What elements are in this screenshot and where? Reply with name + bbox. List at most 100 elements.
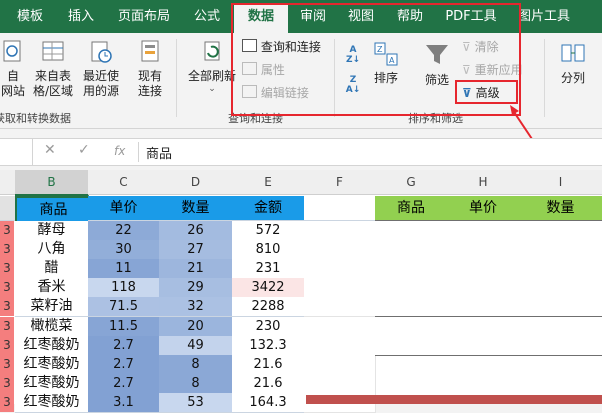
row-header[interactable]: 3	[0, 240, 14, 260]
existing-connections-button[interactable]: 现有 连接	[130, 39, 170, 99]
criteria-header-cell[interactable]: 单价	[447, 196, 520, 221]
tab-1[interactable]: 插入	[56, 0, 106, 33]
column-header-H[interactable]: H	[447, 170, 520, 195]
criteria-cell[interactable]	[447, 316, 520, 337]
table-header-cell[interactable]: 数量	[159, 196, 233, 221]
cell-product[interactable]: 橄榄菜	[15, 316, 89, 337]
criteria-cell[interactable]	[447, 278, 520, 299]
empty-cell[interactable]	[304, 297, 376, 318]
cell-price[interactable]: 118	[88, 278, 160, 299]
cell-quantity[interactable]: 26	[159, 221, 233, 241]
column-header-E[interactable]: E	[232, 170, 305, 195]
column-header-D[interactable]: D	[159, 170, 233, 195]
cell-amount[interactable]: 164.3	[232, 392, 305, 413]
row-header[interactable]: 3	[0, 221, 14, 240]
select-all-corner[interactable]	[0, 170, 16, 195]
name-box[interactable]	[0, 139, 33, 165]
column-header-G[interactable]: G	[375, 170, 448, 195]
cell-amount[interactable]: 572	[232, 221, 305, 241]
cell-quantity[interactable]: 8	[159, 373, 233, 394]
criteria-header-cell[interactable]: 商品	[375, 196, 448, 221]
criteria-cell[interactable]	[519, 259, 602, 280]
cell-price[interactable]: 2.7	[88, 335, 160, 356]
cell-quantity[interactable]: 29	[159, 278, 233, 299]
row-header[interactable]: 3	[0, 392, 14, 412]
criteria-cell[interactable]	[519, 278, 602, 299]
tab-3[interactable]: 公式	[182, 0, 232, 33]
cell-amount[interactable]: 231	[232, 259, 305, 280]
row-header[interactable]: 3	[0, 335, 14, 355]
empty-cell[interactable]	[304, 221, 376, 241]
criteria-cell[interactable]	[447, 335, 520, 356]
cell-quantity[interactable]: 53	[159, 392, 233, 413]
from-table-button[interactable]: 来自表 格/区域	[30, 39, 76, 99]
cell-amount[interactable]: 810	[232, 240, 305, 261]
criteria-cell[interactable]	[375, 278, 448, 299]
row-header[interactable]: 3	[0, 354, 14, 374]
criteria-cell[interactable]	[447, 240, 520, 261]
criteria-cell[interactable]	[447, 259, 520, 280]
row-header[interactable]: 3	[0, 373, 14, 393]
row-header[interactable]: 3	[0, 278, 14, 298]
criteria-cell[interactable]	[375, 221, 448, 241]
cell-price[interactable]: 11.5	[88, 316, 160, 337]
cell-product[interactable]: 红枣酸奶	[15, 335, 89, 356]
column-header-C[interactable]: C	[88, 170, 160, 195]
cell-amount[interactable]: 132.3	[232, 335, 305, 356]
cell-product[interactable]: 红枣酸奶	[15, 392, 89, 413]
cell-quantity[interactable]: 8	[159, 354, 233, 375]
criteria-cell[interactable]	[375, 259, 448, 280]
cell-quantity[interactable]: 32	[159, 297, 233, 318]
empty-cell[interactable]	[304, 259, 376, 280]
empty-cell[interactable]	[304, 335, 376, 356]
criteria-cell[interactable]	[375, 297, 448, 318]
empty-cell[interactable]	[304, 373, 376, 394]
cell-amount[interactable]: 2288	[232, 297, 305, 318]
criteria-cell[interactable]	[447, 221, 520, 241]
cell-quantity[interactable]: 49	[159, 335, 233, 356]
cell-product[interactable]: 酵母	[15, 221, 89, 241]
criteria-header-cell[interactable]: 数量	[519, 196, 602, 221]
cell-amount[interactable]: 3422	[232, 278, 305, 299]
cell-product[interactable]: 红枣酸奶	[15, 354, 89, 375]
tab-2[interactable]: 页面布局	[108, 0, 180, 33]
cell-amount[interactable]: 230	[232, 316, 305, 337]
criteria-cell[interactable]	[375, 335, 448, 356]
cell-price[interactable]: 11	[88, 259, 160, 280]
row-header[interactable]: 3	[0, 259, 14, 279]
cell-product[interactable]: 菜籽油	[15, 297, 89, 318]
formula-input[interactable]: 商品	[146, 143, 172, 162]
criteria-cell[interactable]	[519, 240, 602, 261]
empty-cell[interactable]	[304, 354, 376, 375]
table-header-cell[interactable]: 商品	[15, 196, 92, 224]
cell-price[interactable]: 2.7	[88, 373, 160, 394]
empty-cell[interactable]	[304, 316, 376, 337]
criteria-cell[interactable]	[519, 297, 602, 318]
row-header[interactable]: 3	[0, 316, 14, 336]
empty-cell[interactable]	[304, 196, 376, 221]
row-number[interactable]	[0, 196, 16, 221]
row-header[interactable]: 3	[0, 297, 14, 317]
table-header-cell[interactable]: 金额	[232, 196, 305, 221]
cell-price[interactable]: 2.7	[88, 354, 160, 375]
criteria-cell[interactable]	[519, 221, 602, 241]
empty-cell[interactable]	[304, 278, 376, 299]
cell-product[interactable]: 醋	[15, 259, 89, 280]
criteria-cell[interactable]	[375, 316, 448, 337]
cell-price[interactable]: 30	[88, 240, 160, 261]
cell-product[interactable]: 红枣酸奶	[15, 373, 89, 394]
cell-price[interactable]: 3.1	[88, 392, 160, 413]
cell-product[interactable]: 八角	[15, 240, 89, 261]
cell-price[interactable]: 71.5	[88, 297, 160, 318]
confirm-icon[interactable]: ✓	[78, 142, 90, 158]
cell-product[interactable]: 香米	[15, 278, 89, 299]
cancel-icon[interactable]: ✕	[44, 142, 56, 158]
recent-sources-button[interactable]: 最近使 用的源	[78, 39, 124, 99]
criteria-cell[interactable]	[447, 297, 520, 318]
tab-0[interactable]: 模板	[4, 0, 56, 33]
column-header-F[interactable]: F	[304, 170, 376, 195]
cell-quantity[interactable]: 27	[159, 240, 233, 261]
from-web-button[interactable]: 自 网站	[0, 39, 26, 99]
cell-quantity[interactable]: 21	[159, 259, 233, 280]
cell-price[interactable]: 22	[88, 221, 160, 241]
